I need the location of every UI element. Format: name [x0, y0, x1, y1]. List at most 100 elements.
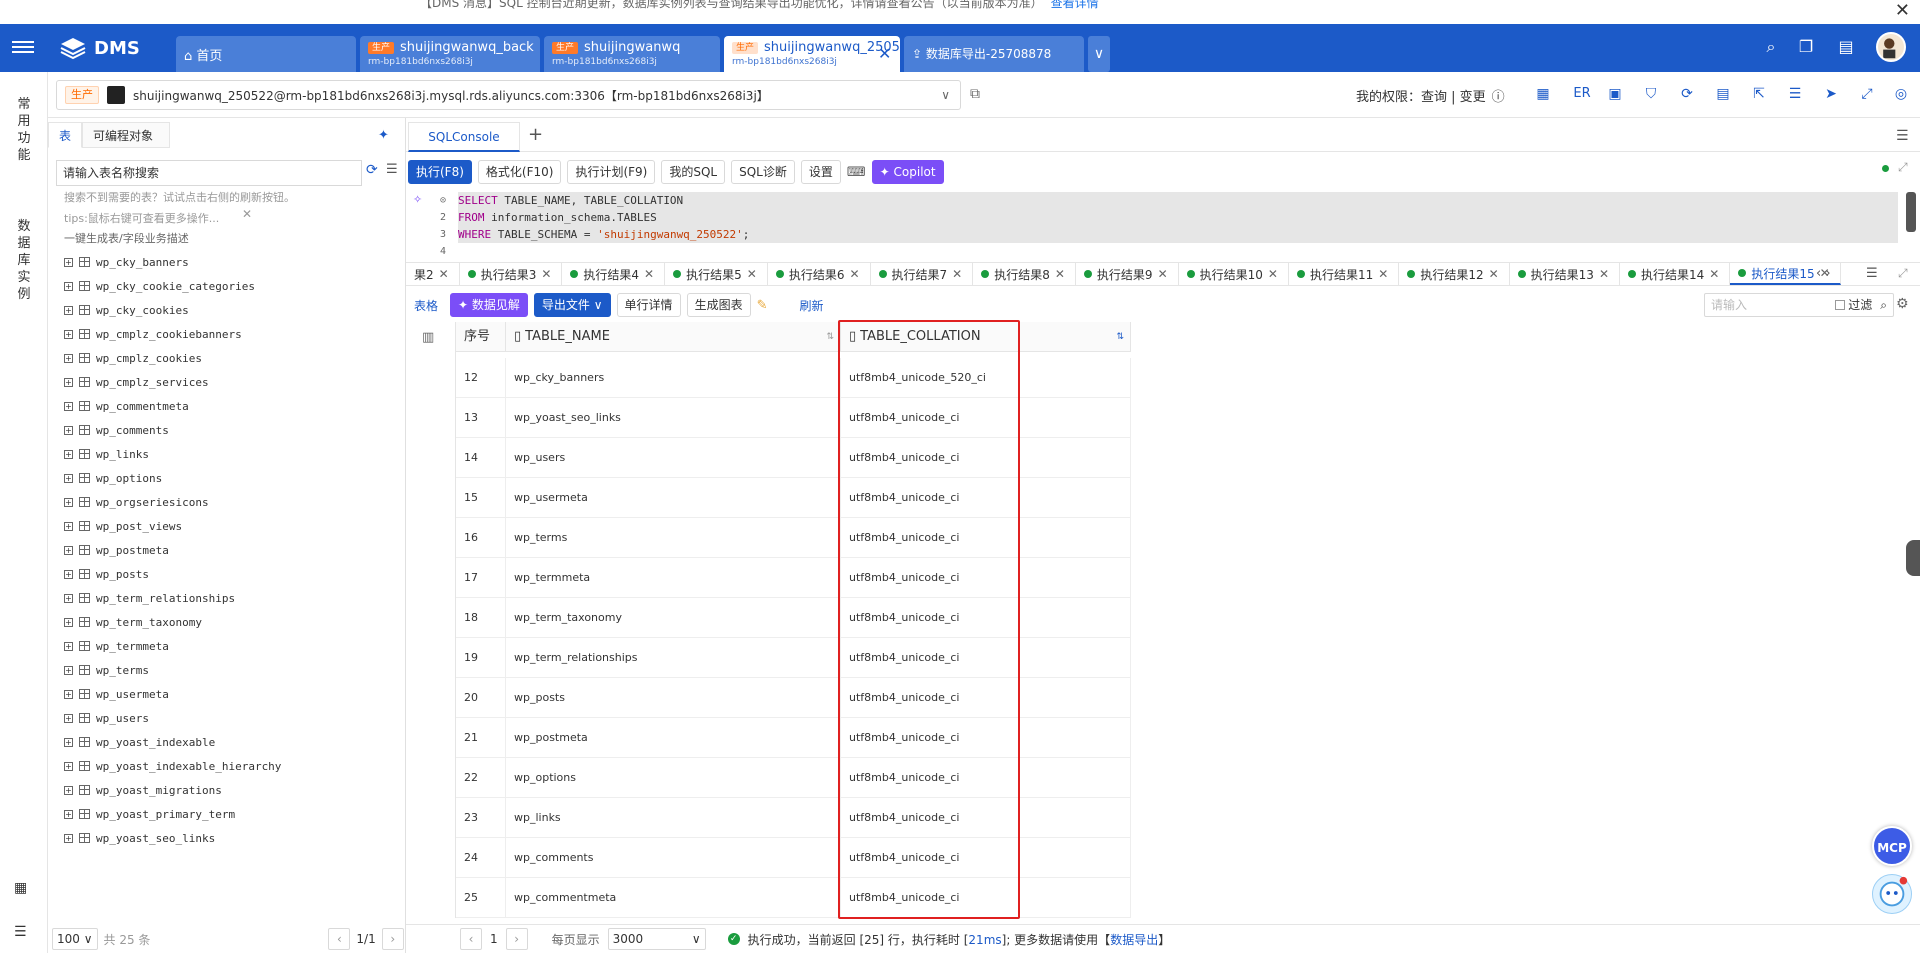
- close-icon[interactable]: ✕: [644, 267, 654, 281]
- expand-editor-icon[interactable]: ⤢: [1898, 160, 1908, 175]
- result-tab[interactable]: 执行结果9 ✕: [1076, 263, 1179, 285]
- rail-db-instances[interactable]: 数据库实例: [14, 218, 34, 303]
- tab-overflow-button[interactable]: ∨: [1088, 36, 1110, 72]
- table-row[interactable]: 18 wp_term_taxonomy utf8mb4_unicode_ci: [456, 597, 1131, 638]
- result-tab[interactable]: 执行结果5 ✕: [665, 263, 768, 285]
- tab-db-export[interactable]: ⇪ 数据库导出-25708878: [904, 36, 1084, 72]
- tasks-icon[interactable]: ▤: [1835, 37, 1857, 56]
- side-drawer-handle[interactable]: [1906, 540, 1920, 576]
- cell-table-name[interactable]: wp_links: [506, 797, 841, 838]
- close-icon[interactable]: ✕: [541, 267, 551, 281]
- refresh-link[interactable]: 刷新: [799, 297, 823, 314]
- table-row[interactable]: 17 wp_termmeta utf8mb4_unicode_ci: [456, 557, 1131, 598]
- expand-icon[interactable]: +: [64, 329, 73, 339]
- tree-table-item[interactable]: + wp_termmeta: [64, 634, 281, 658]
- result-menu-icon[interactable]: ☰: [1866, 266, 1878, 281]
- gear-icon[interactable]: ⚙: [1896, 296, 1909, 312]
- cell-table-name[interactable]: wp_termmeta: [506, 557, 841, 598]
- tab-tables[interactable]: 表: [48, 122, 83, 148]
- close-icon[interactable]: ✕: [439, 267, 449, 281]
- per-page-select[interactable]: 3000 ∨: [607, 928, 706, 950]
- tree-table-item[interactable]: + wp_yoast_primary_term: [64, 802, 281, 826]
- cell-table-name[interactable]: wp_terms: [506, 517, 841, 558]
- tree-table-item[interactable]: + wp_term_relationships: [64, 586, 281, 610]
- cell-table-name[interactable]: wp_usermeta: [506, 477, 841, 518]
- tree-table-item[interactable]: + wp_usermeta: [64, 682, 281, 706]
- tree-table-item[interactable]: + wp_commentmeta: [64, 394, 281, 418]
- table-view-link[interactable]: 表格: [408, 297, 444, 314]
- tree-table-item[interactable]: + wp_postmeta: [64, 538, 281, 562]
- mcp-button[interactable]: MCP: [1872, 826, 1912, 866]
- grid-apps-icon[interactable]: ▦: [14, 880, 27, 896]
- filter-checkbox[interactable]: 过滤: [1835, 294, 1872, 316]
- sort-icon[interactable]: ⇅: [826, 322, 834, 352]
- expand-icon[interactable]: +: [64, 569, 73, 579]
- expand-icon[interactable]: +: [64, 641, 73, 651]
- tree-table-item[interactable]: + wp_cky_banners: [64, 250, 281, 274]
- tree-table-item[interactable]: + wp_orgseriesicons: [64, 490, 281, 514]
- result-tab[interactable]: 果2 ✕: [406, 263, 460, 285]
- result-tab[interactable]: 执行结果13 ✕: [1510, 263, 1620, 285]
- cell-table-name[interactable]: wp_commentmeta: [506, 877, 841, 918]
- hamburger-menu-icon[interactable]: [12, 38, 34, 58]
- my-sql-button[interactable]: 我的SQL: [661, 160, 726, 184]
- notice-link[interactable]: 查看详情: [1051, 0, 1099, 10]
- close-icon[interactable]: ✕: [849, 267, 859, 281]
- explain-plan-button[interactable]: 执行计划(F9): [567, 160, 656, 184]
- er-diagram-button[interactable]: ER: [1570, 86, 1594, 101]
- table-row[interactable]: 20 wp_posts utf8mb4_unicode_ci: [456, 677, 1131, 718]
- generate-description-link[interactable]: 一键生成表/字段业务描述: [64, 230, 189, 246]
- sql-diagnosis-button[interactable]: SQL诊断: [731, 160, 795, 184]
- expand-icon[interactable]: +: [64, 737, 73, 747]
- checkbox-box[interactable]: [1835, 300, 1846, 310]
- add-tab-button[interactable]: +: [528, 124, 543, 145]
- result-tab[interactable]: 执行结果12 ✕: [1399, 263, 1510, 285]
- table-row[interactable]: 24 wp_comments utf8mb4_unicode_ci: [456, 837, 1131, 878]
- dms-logo[interactable]: DMS: [58, 36, 140, 60]
- console-menu-icon[interactable]: ☰: [1896, 128, 1909, 144]
- cell-table-name[interactable]: wp_posts: [506, 677, 841, 718]
- expand-icon[interactable]: +: [64, 257, 73, 267]
- result-tab[interactable]: 执行结果14 ✕: [1620, 263, 1731, 285]
- sync-icon[interactable]: ⟳: [1678, 86, 1696, 102]
- tree-table-item[interactable]: + wp_term_taxonomy: [64, 610, 281, 634]
- close-icon[interactable]: ✕: [747, 267, 757, 281]
- cell-table-name[interactable]: wp_users: [506, 437, 841, 478]
- tree-table-item[interactable]: + wp_cmplz_cookies: [64, 346, 281, 370]
- cell-table-name[interactable]: wp_comments: [506, 837, 841, 878]
- run-button[interactable]: 执行(F8): [408, 160, 472, 184]
- filter-input[interactable]: 请输入: [1711, 294, 1747, 316]
- tree-table-item[interactable]: + wp_cmplz_services: [64, 370, 281, 394]
- table-row[interactable]: 22 wp_options utf8mb4_unicode_ci: [456, 757, 1131, 798]
- header-table-name[interactable]: ▯ TABLE_NAME ⇅: [506, 321, 841, 352]
- table-row[interactable]: 14 wp_users utf8mb4_unicode_ci: [456, 437, 1131, 478]
- close-icon[interactable]: ✕: [1895, 2, 1910, 20]
- row-detail-button[interactable]: 单行详情: [616, 293, 681, 317]
- info-icon[interactable]: ⓘ: [1492, 86, 1505, 105]
- result-tab[interactable]: 执行结果6 ✕: [768, 263, 871, 285]
- table-search-input[interactable]: 请输入表名称搜索: [56, 160, 362, 186]
- copilot-button[interactable]: ✦ Copilot: [871, 160, 944, 184]
- close-icon[interactable]: ✕: [1268, 267, 1278, 281]
- search-icon[interactable]: ⌕: [1760, 37, 1782, 57]
- tree-table-item[interactable]: + wp_cmplz_cookiebanners: [64, 322, 281, 346]
- cell-table-name[interactable]: wp_postmeta: [506, 717, 841, 758]
- data-export-link[interactable]: 数据导出: [1110, 933, 1158, 947]
- header-seq[interactable]: 序号: [456, 321, 506, 352]
- result-tab[interactable]: 执行结果3 ✕: [460, 263, 563, 285]
- expand-icon[interactable]: +: [64, 761, 73, 771]
- format-button[interactable]: 格式化(F10): [477, 160, 562, 184]
- close-icon[interactable]: ✕: [952, 267, 962, 281]
- next-page-button[interactable]: ›: [381, 928, 404, 950]
- table-row[interactable]: 21 wp_postmeta utf8mb4_unicode_ci: [456, 717, 1131, 758]
- data-insight-button[interactable]: ✦ 数据见解: [450, 293, 528, 317]
- settings-button[interactable]: 设置: [800, 160, 841, 184]
- table-row[interactable]: 16 wp_terms utf8mb4_unicode_ci: [456, 517, 1131, 558]
- monitor-icon[interactable]: ▣: [1606, 86, 1624, 102]
- tree-table-item[interactable]: + wp_post_views: [64, 514, 281, 538]
- tree-table-item[interactable]: + wp_yoast_indexable: [64, 730, 281, 754]
- prev-page-button[interactable]: ‹: [460, 928, 482, 950]
- expand-icon[interactable]: +: [64, 281, 73, 291]
- cell-table-name[interactable]: wp_yoast_seo_links: [506, 397, 841, 438]
- tree-table-item[interactable]: + wp_posts: [64, 562, 281, 586]
